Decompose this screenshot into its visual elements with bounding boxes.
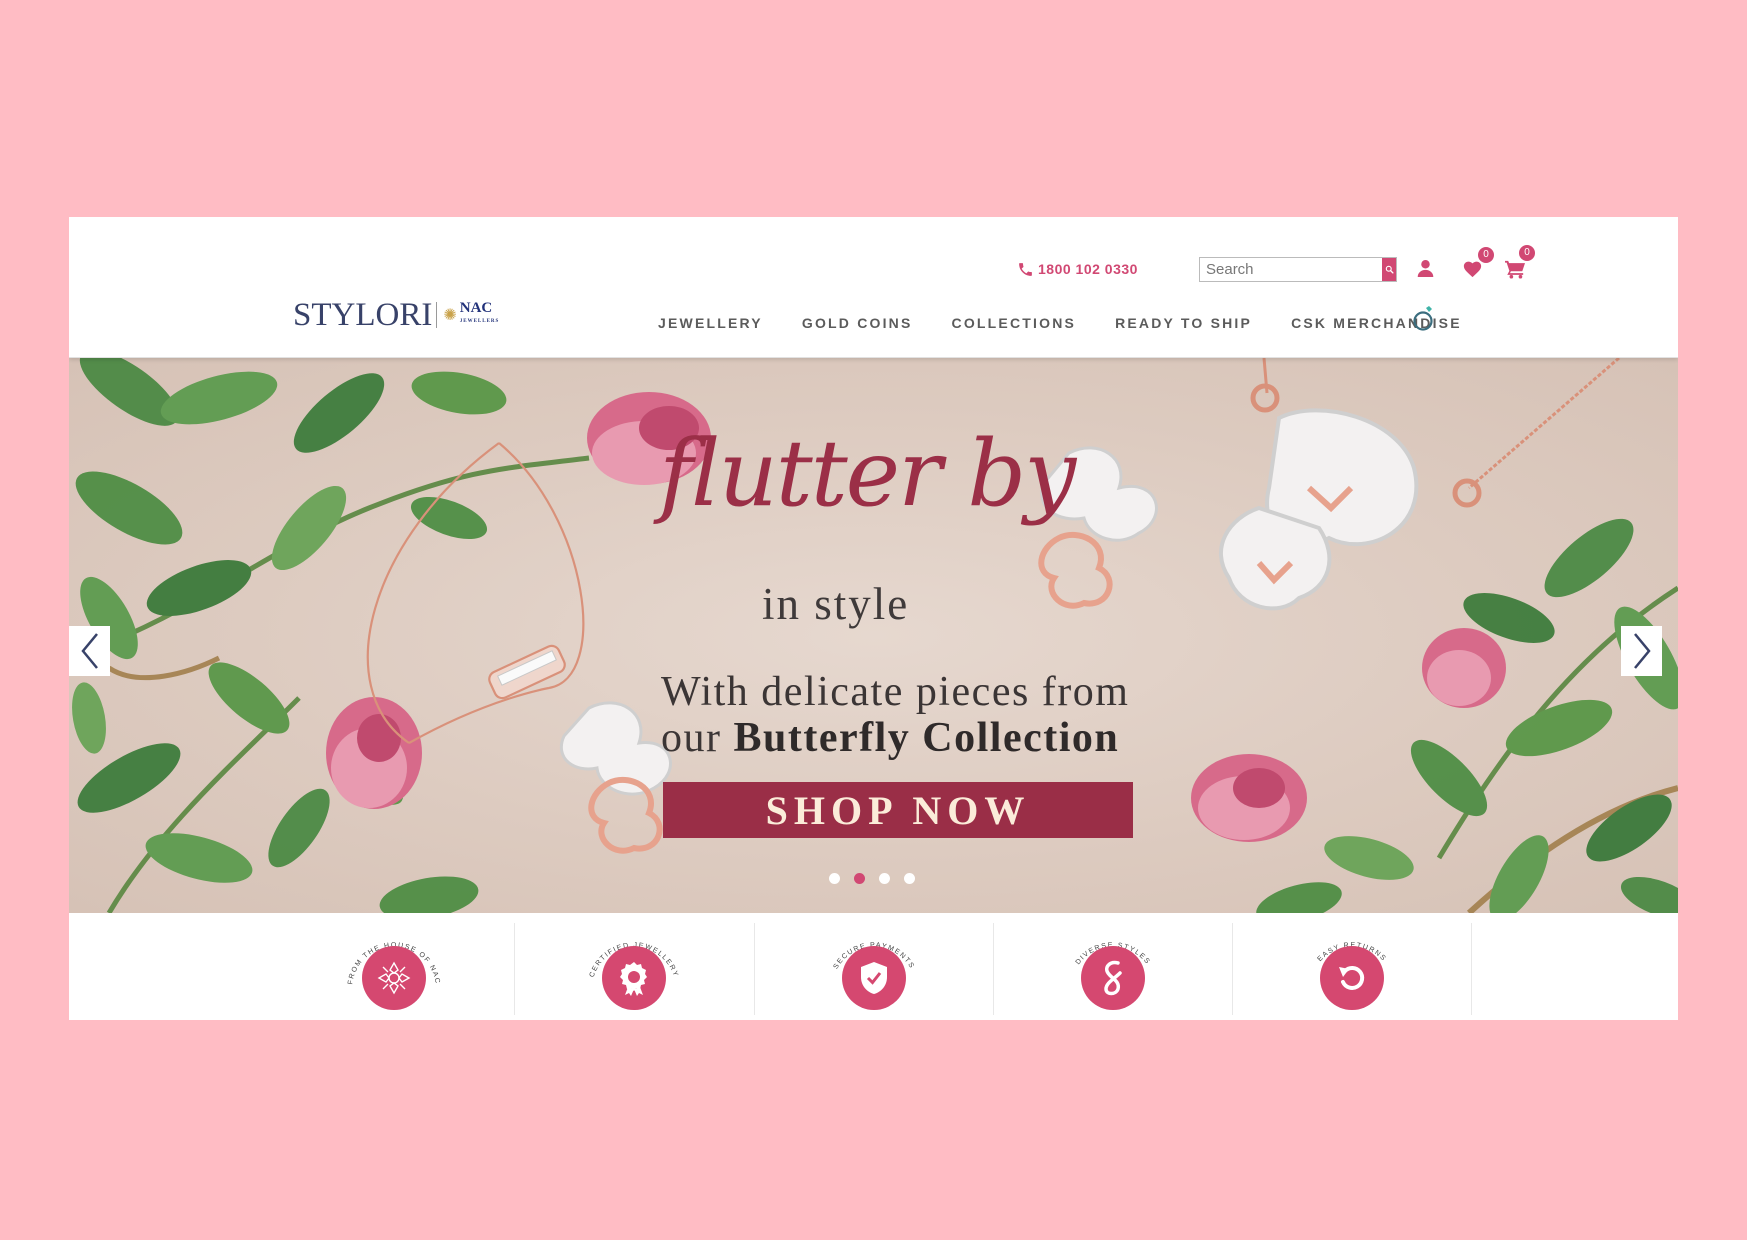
carousel-dot[interactable] xyxy=(829,873,840,884)
hero-title: flutter by xyxy=(659,420,1076,527)
phone-number: 1800 102 0330 xyxy=(1038,261,1138,277)
return-arrow-icon xyxy=(1339,965,1365,990)
carousel-pagination xyxy=(829,873,915,884)
nav-collections[interactable]: COLLECTIONS xyxy=(952,315,1077,331)
features-strip: FROM THE HOUSE OF NAC CERTIFIED JEWELLER… xyxy=(69,913,1678,1020)
nac-star-icon: ✺ xyxy=(443,307,457,324)
account-button[interactable] xyxy=(1417,259,1434,278)
logo-divider xyxy=(436,302,438,328)
nac-pattern-icon xyxy=(377,961,411,995)
heart-icon xyxy=(1463,261,1482,278)
feature-icon-circle xyxy=(602,946,666,1010)
ring-icon[interactable] xyxy=(1412,305,1436,333)
logo-brand-text: STYLORI xyxy=(293,296,433,333)
certified-badge-icon xyxy=(620,962,647,996)
feature-icon-circle xyxy=(1081,946,1145,1010)
hero-description-line2: our Butterfly Collection xyxy=(661,714,1119,762)
feature-easy-returns: EASY RETURNS xyxy=(1233,921,1471,1017)
carousel-dot[interactable] xyxy=(854,873,865,884)
hero-subtitle: in style xyxy=(762,579,910,629)
main-navigation: JEWELLERY GOLD COINS COLLECTIONS READY T… xyxy=(658,306,1501,331)
diverse-styles-icon xyxy=(1104,960,1122,996)
nav-csk-merchandise[interactable]: CSK MERCHANDISE xyxy=(1291,315,1462,331)
cart-icon xyxy=(1505,260,1525,279)
search-icon xyxy=(1385,265,1394,274)
stylori-logo[interactable]: STYLORI ✺ NAC JEWELLERS xyxy=(293,295,499,335)
shield-check-icon xyxy=(861,962,887,994)
carousel-dot[interactable] xyxy=(879,873,890,884)
header-utility-bar: 1800 102 0330 0 0 xyxy=(1017,245,1535,283)
wishlist-count-badge: 0 xyxy=(1478,247,1494,263)
nav-jewellery[interactable]: JEWELLERY xyxy=(658,315,763,331)
carousel-dot[interactable] xyxy=(904,873,915,884)
nav-ready-to-ship[interactable]: READY TO SHIP xyxy=(1115,315,1252,331)
website-frame: STYLORI ✺ NAC JEWELLERS 1800 102 0330 Se… xyxy=(69,217,1678,1020)
butterfly-earring-bottom xyxy=(559,701,672,854)
search-input[interactable] xyxy=(1200,258,1382,281)
search-button[interactable] xyxy=(1382,258,1396,281)
nav-gold-coins[interactable]: GOLD COINS xyxy=(802,315,913,331)
nac-logo-text: NAC xyxy=(459,300,493,316)
hero-collection-name: Butterfly Collection xyxy=(733,715,1120,761)
site-header: STYLORI ✺ NAC JEWELLERS 1800 102 0330 Se… xyxy=(69,217,1678,358)
feature-divider xyxy=(1471,923,1472,1015)
carousel-prev-button[interactable] xyxy=(69,626,110,676)
phone-icon xyxy=(1019,262,1032,276)
cart-count-badge: 0 xyxy=(1519,245,1535,261)
chevron-left-icon xyxy=(80,633,98,669)
nac-logo: ✺ NAC JEWELLERS xyxy=(443,301,499,329)
feature-icon-circle xyxy=(362,946,426,1010)
hero-banner[interactable]: flutter by in style With delicate pieces… xyxy=(69,358,1678,913)
left-foliage xyxy=(69,358,590,913)
user-icon xyxy=(1417,260,1434,277)
carousel-next-button[interactable] xyxy=(1621,626,1662,676)
feature-icon-circle xyxy=(1320,946,1384,1010)
left-bracelet xyxy=(366,442,585,744)
nac-logo-subtext: JEWELLERS xyxy=(459,319,500,324)
search-box xyxy=(1199,257,1397,282)
feature-certified-jewellery: CERTIFIED JEWELLERY xyxy=(515,921,753,1017)
cart-button[interactable]: 0 xyxy=(1504,245,1535,279)
phone-link[interactable]: 1800 102 0330 xyxy=(1017,261,1138,278)
hero-description-line1: With delicate pieces from xyxy=(661,669,1130,715)
feature-secure-payments: SECURE PAYMENTS xyxy=(755,921,993,1017)
feature-icon-circle xyxy=(842,946,906,1010)
wishlist-button[interactable]: 0 xyxy=(1462,247,1494,278)
shop-now-button[interactable]: SHOP NOW xyxy=(663,782,1133,838)
chevron-right-icon xyxy=(1633,633,1651,669)
feature-house-of-nac: FROM THE HOUSE OF NAC xyxy=(275,921,513,1017)
feature-diverse-styles: DIVERSE STYLES xyxy=(994,921,1232,1017)
hero-line2-prefix: our xyxy=(661,715,734,761)
